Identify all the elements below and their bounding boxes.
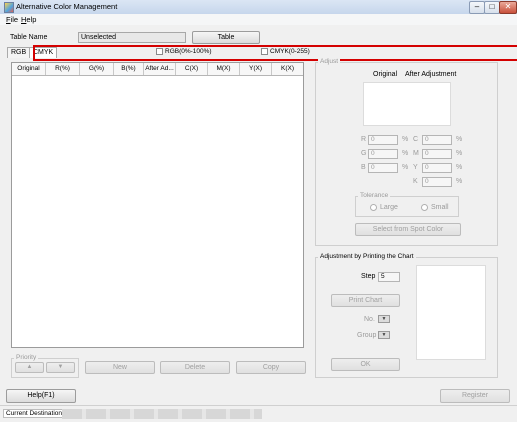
minimize-button[interactable]: – bbox=[469, 1, 485, 14]
k-input[interactable]: 0 bbox=[422, 177, 452, 187]
menu-file[interactable]: File bbox=[6, 15, 18, 24]
color-table[interactable]: Original R(%) G(%) B(%) After Ad... C(X)… bbox=[11, 62, 304, 348]
no-label: No. bbox=[364, 316, 375, 323]
col-after-adjust[interactable]: After Ad... bbox=[144, 63, 176, 75]
step-input[interactable]: 5 bbox=[378, 272, 400, 282]
current-destination-label: Current Destination bbox=[3, 409, 65, 418]
col-b[interactable]: B(%) bbox=[114, 63, 144, 75]
color-preview bbox=[363, 82, 451, 126]
menu-help[interactable]: Help bbox=[21, 15, 36, 24]
g-label: G bbox=[361, 150, 367, 157]
copy-button[interactable]: Copy bbox=[236, 361, 306, 374]
col-g[interactable]: G(%) bbox=[80, 63, 114, 75]
print-chart-title: Adjustment by Printing the Chart bbox=[318, 253, 416, 260]
table-name-label: Table Name bbox=[10, 34, 48, 41]
register-button[interactable]: Register bbox=[440, 389, 510, 403]
col-m[interactable]: M(X) bbox=[208, 63, 240, 75]
status-bar: Current Destination bbox=[0, 405, 517, 422]
chart-preview bbox=[416, 265, 486, 360]
col-r[interactable]: R(%) bbox=[46, 63, 80, 75]
y-input[interactable]: 0 bbox=[422, 163, 452, 173]
group-label: Group bbox=[357, 332, 377, 339]
k-label: K bbox=[413, 178, 418, 185]
adjust-title: Adjust bbox=[318, 58, 341, 65]
priority-up-button[interactable]: ▲ bbox=[15, 362, 44, 373]
m-label: M bbox=[413, 150, 419, 157]
tolerance-label: Tolerance bbox=[358, 192, 391, 199]
tab-rgb[interactable]: RGB bbox=[7, 47, 31, 58]
ok-button[interactable]: OK bbox=[331, 358, 400, 371]
r-input[interactable]: 0 bbox=[368, 135, 398, 145]
print-chart-button[interactable]: Print Chart bbox=[331, 294, 400, 307]
r-percent: % bbox=[402, 136, 409, 143]
after-adjustment-label: After Adjustment bbox=[405, 71, 457, 78]
priority-label: Priority bbox=[14, 354, 39, 361]
destination-value-redacted bbox=[62, 409, 262, 419]
menu-bar bbox=[0, 14, 517, 25]
c-label: C bbox=[413, 136, 419, 143]
g-input[interactable]: 0 bbox=[368, 149, 398, 159]
help-button[interactable]: Help(F1) bbox=[6, 389, 76, 403]
c-percent: % bbox=[456, 136, 463, 143]
tolerance-large-label: Large bbox=[380, 204, 398, 211]
table-button[interactable]: Table bbox=[192, 31, 260, 44]
table-name-field: Unselected bbox=[78, 32, 186, 43]
close-button[interactable]: ✕ bbox=[499, 1, 517, 14]
m-input[interactable]: 0 bbox=[422, 149, 452, 159]
priority-down-button[interactable]: ▼ bbox=[46, 362, 75, 373]
tolerance-small-radio[interactable] bbox=[421, 204, 428, 211]
original-label: Original bbox=[373, 71, 398, 78]
m-percent: % bbox=[456, 150, 463, 157]
no-dropdown[interactable]: ▼ bbox=[378, 315, 390, 323]
table-header: Original R(%) G(%) B(%) After Ad... C(X)… bbox=[12, 63, 303, 76]
y-percent: % bbox=[456, 164, 463, 171]
c-input[interactable]: 0 bbox=[422, 135, 452, 145]
r-label: R bbox=[361, 136, 367, 143]
b-input[interactable]: 0 bbox=[368, 163, 398, 173]
y-label: Y bbox=[413, 164, 418, 171]
col-y[interactable]: Y(X) bbox=[240, 63, 272, 75]
window-title: Alternative Color Management bbox=[16, 2, 118, 11]
b-label: B bbox=[361, 164, 366, 171]
k-percent: % bbox=[456, 178, 463, 185]
select-spot-color-button[interactable]: Select from Spot Color bbox=[355, 223, 461, 236]
maximize-button[interactable]: □ bbox=[484, 1, 500, 14]
new-button[interactable]: New bbox=[85, 361, 155, 374]
app-icon bbox=[4, 2, 14, 13]
col-k[interactable]: K(X) bbox=[272, 63, 303, 75]
delete-button[interactable]: Delete bbox=[160, 361, 230, 374]
tolerance-large-radio[interactable] bbox=[370, 204, 377, 211]
group-dropdown[interactable]: ▼ bbox=[378, 331, 390, 339]
g-percent: % bbox=[402, 150, 409, 157]
title-bar: Alternative Color Management bbox=[0, 0, 517, 15]
tolerance-small-label: Small bbox=[431, 204, 449, 211]
col-original[interactable]: Original bbox=[12, 63, 46, 75]
highlight-box bbox=[33, 45, 517, 61]
step-label: Step bbox=[361, 273, 376, 280]
b-percent: % bbox=[402, 164, 409, 171]
col-c[interactable]: C(X) bbox=[176, 63, 208, 75]
